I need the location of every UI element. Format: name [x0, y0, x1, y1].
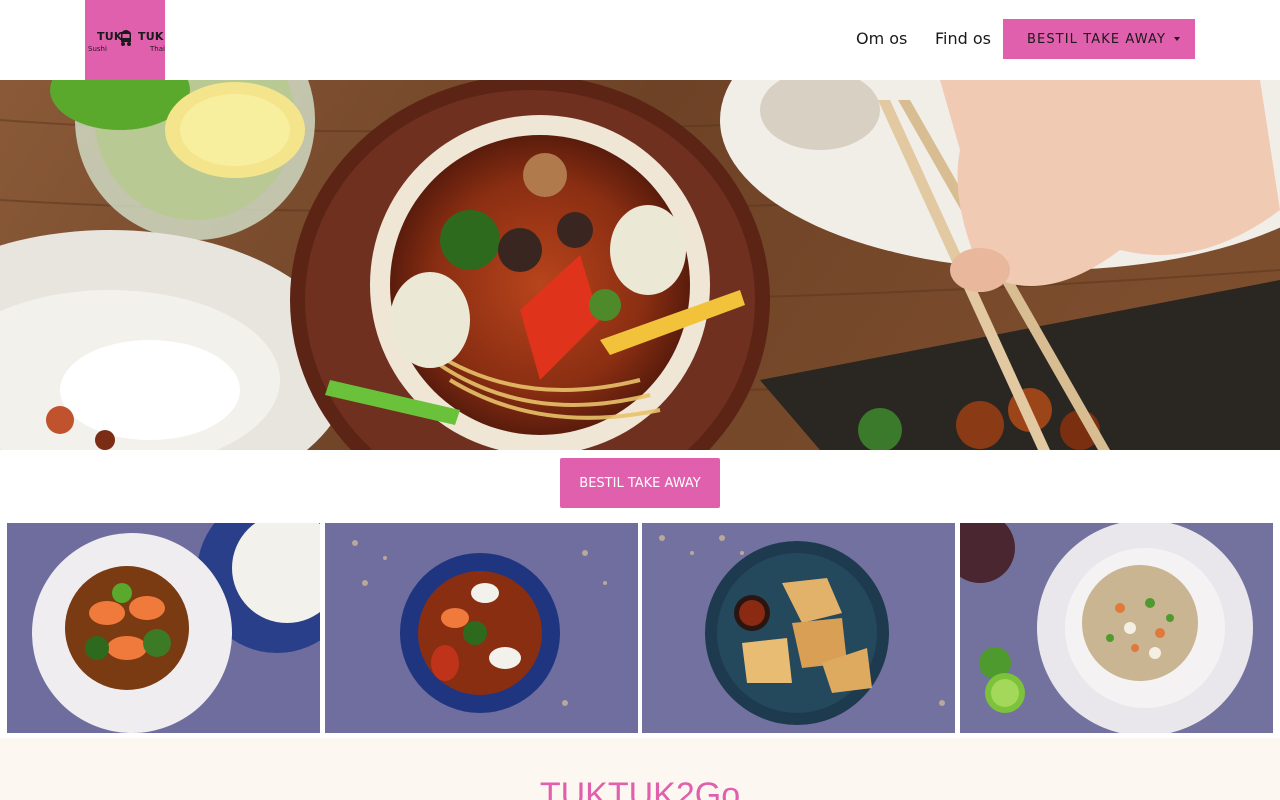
order-dropdown-label: BESTIL TAKE AWAY: [1027, 31, 1166, 47]
hero-food-photo: [0, 80, 1280, 450]
gallery-item-fried-rice[interactable]: [960, 523, 1273, 733]
section-title: TUKTUK2Go: [539, 776, 741, 800]
nav-link-om-os[interactable]: Om os: [856, 29, 907, 48]
brand-logo[interactable]: TUK TUK Sushi Thai: [85, 0, 165, 80]
fried-wontons-photo: [642, 523, 955, 733]
gallery-item-tom-yum[interactable]: [325, 523, 638, 733]
nav-link-find-os[interactable]: Find os: [935, 29, 991, 48]
order-takeaway-button[interactable]: BESTIL TAKE AWAY: [560, 458, 720, 508]
food-gallery: [0, 518, 1280, 738]
shrimp-curry-photo: [7, 523, 320, 733]
order-takeaway-dropdown[interactable]: BESTIL TAKE AWAY: [1003, 19, 1195, 59]
caret-down-icon: [1173, 37, 1180, 41]
logo-sub-left: Sushi: [88, 45, 107, 53]
logo-sub-right: Thai: [150, 45, 165, 53]
hero-banner: [0, 80, 1280, 450]
tom-yum-photo: [325, 523, 638, 733]
intro-section: TUKTUK2Go: [0, 738, 1280, 800]
fried-rice-photo: [960, 523, 1273, 733]
site-header: TUK TUK Sushi Thai Om os Find os BESTIL …: [0, 0, 1280, 80]
gallery-item-fried-wontons[interactable]: [642, 523, 955, 733]
logo-word-right: TUK: [138, 30, 164, 43]
gallery-item-shrimp-curry[interactable]: [7, 523, 320, 733]
tuktuk-icon: [121, 30, 131, 46]
